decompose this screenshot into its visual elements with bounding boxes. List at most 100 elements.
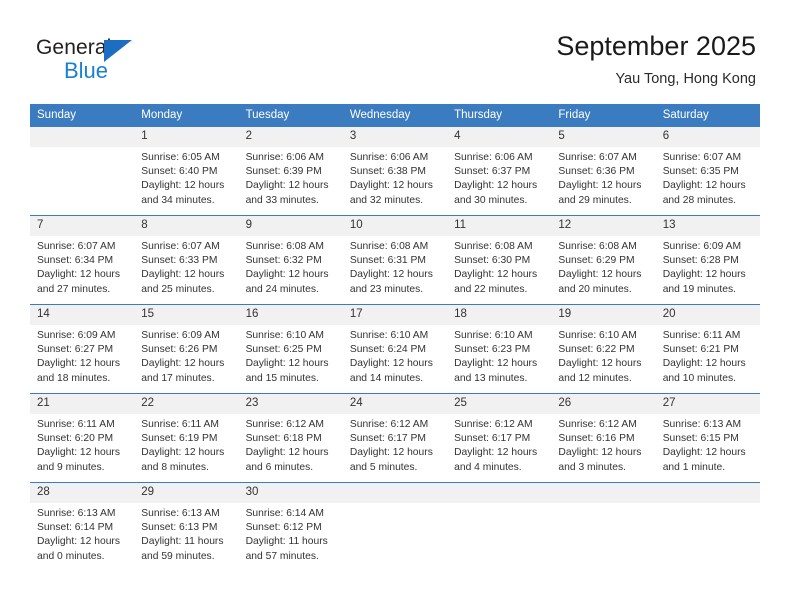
daylight-text: Daylight: 12 hours and 24 minutes. bbox=[245, 269, 329, 295]
day-number bbox=[551, 483, 656, 503]
day-number: 12 bbox=[551, 216, 656, 236]
sunset-text: Sunset: 6:17 PM bbox=[349, 433, 426, 445]
sunrise-text: Sunrise: 6:07 AM bbox=[37, 241, 116, 252]
weekday-header-tuesday: Tuesday bbox=[238, 104, 343, 127]
day-details: Sunrise: 6:12 AM Sunset: 6:16 PM Dayligh… bbox=[551, 414, 655, 475]
day-cell[interactable]: 11 Sunrise: 6:08 AM Sunset: 6:30 PM Dayl… bbox=[447, 215, 552, 305]
weekday-header-monday: Monday bbox=[134, 104, 239, 127]
sunrise-text: Sunrise: 6:13 AM bbox=[662, 419, 742, 430]
day-details: Sunrise: 6:05 AM Sunset: 6:40 PM Dayligh… bbox=[134, 147, 238, 208]
day-details: Sunrise: 6:13 AM Sunset: 6:15 PM Dayligh… bbox=[656, 414, 760, 475]
day-cell bbox=[655, 482, 760, 571]
day-cell[interactable]: 13 Sunrise: 6:09 AM Sunset: 6:28 PM Dayl… bbox=[655, 215, 760, 305]
day-number: 19 bbox=[551, 305, 656, 325]
sunrise-text: Sunrise: 6:06 AM bbox=[245, 152, 324, 163]
day-cell[interactable]: 18 Sunrise: 6:10 AM Sunset: 6:23 PM Dayl… bbox=[447, 304, 552, 394]
day-number: 24 bbox=[342, 394, 448, 414]
logo-text-general: General bbox=[36, 36, 112, 59]
sunset-text: Sunset: 6:36 PM bbox=[558, 166, 635, 178]
day-cell[interactable]: 12 Sunrise: 6:08 AM Sunset: 6:29 PM Dayl… bbox=[551, 215, 656, 305]
weekday-header-wednesday: Wednesday bbox=[342, 104, 448, 127]
day-details: Sunrise: 6:11 AM Sunset: 6:21 PM Dayligh… bbox=[656, 325, 760, 386]
day-cell[interactable]: 19 Sunrise: 6:10 AM Sunset: 6:22 PM Dayl… bbox=[551, 304, 656, 394]
day-cell[interactable]: 6 Sunrise: 6:07 AM Sunset: 6:35 PM Dayli… bbox=[655, 126, 760, 216]
daylight-text: Daylight: 12 hours and 23 minutes. bbox=[349, 269, 433, 295]
calendar-page: General Blue September 2025 Yau Tong, Ho… bbox=[0, 0, 792, 612]
sunrise-text: Sunrise: 6:08 AM bbox=[454, 241, 533, 252]
day-details: Sunrise: 6:09 AM Sunset: 6:26 PM Dayligh… bbox=[134, 325, 238, 386]
sunset-text: Sunset: 6:16 PM bbox=[558, 433, 635, 445]
day-cell[interactable]: 28 Sunrise: 6:13 AM Sunset: 6:14 PM Dayl… bbox=[30, 482, 135, 571]
day-cell[interactable]: 10 Sunrise: 6:08 AM Sunset: 6:31 PM Dayl… bbox=[342, 215, 448, 305]
daylight-text: Daylight: 12 hours and 29 minutes. bbox=[558, 180, 642, 206]
sunset-text: Sunset: 6:37 PM bbox=[454, 166, 531, 178]
day-cell[interactable]: 2 Sunrise: 6:06 AM Sunset: 6:39 PM Dayli… bbox=[238, 126, 343, 216]
daylight-text: Daylight: 12 hours and 6 minutes. bbox=[245, 447, 329, 473]
daylight-text: Daylight: 12 hours and 4 minutes. bbox=[454, 447, 538, 473]
sunrise-text: Sunrise: 6:10 AM bbox=[558, 330, 637, 341]
daylight-text: Daylight: 12 hours and 10 minutes. bbox=[662, 358, 746, 384]
day-cell[interactable]: 21 Sunrise: 6:11 AM Sunset: 6:20 PM Dayl… bbox=[30, 393, 135, 483]
day-cell[interactable]: 3 Sunrise: 6:06 AM Sunset: 6:38 PM Dayli… bbox=[342, 126, 448, 216]
sunrise-text: Sunrise: 6:07 AM bbox=[558, 152, 637, 163]
day-details: Sunrise: 6:07 AM Sunset: 6:34 PM Dayligh… bbox=[30, 236, 134, 297]
sunrise-text: Sunrise: 6:13 AM bbox=[141, 508, 220, 519]
day-details: Sunrise: 6:08 AM Sunset: 6:29 PM Dayligh… bbox=[551, 236, 655, 297]
day-cell[interactable]: 7 Sunrise: 6:07 AM Sunset: 6:34 PM Dayli… bbox=[30, 215, 135, 305]
sunrise-text: Sunrise: 6:11 AM bbox=[37, 419, 115, 430]
day-cell[interactable]: 25 Sunrise: 6:12 AM Sunset: 6:17 PM Dayl… bbox=[447, 393, 552, 483]
daylight-text: Daylight: 12 hours and 18 minutes. bbox=[37, 358, 120, 384]
day-cell[interactable]: 22 Sunrise: 6:11 AM Sunset: 6:19 PM Dayl… bbox=[134, 393, 239, 483]
daylight-text: Daylight: 11 hours and 59 minutes. bbox=[141, 536, 224, 562]
sunrise-text: Sunrise: 6:10 AM bbox=[349, 330, 429, 341]
day-cell[interactable]: 27 Sunrise: 6:13 AM Sunset: 6:15 PM Dayl… bbox=[655, 393, 760, 483]
daylight-text: Daylight: 12 hours and 5 minutes. bbox=[349, 447, 433, 473]
sunset-text: Sunset: 6:13 PM bbox=[141, 522, 218, 534]
day-cell[interactable]: 5 Sunrise: 6:07 AM Sunset: 6:36 PM Dayli… bbox=[551, 126, 656, 216]
day-details: Sunrise: 6:08 AM Sunset: 6:30 PM Dayligh… bbox=[447, 236, 551, 297]
day-number: 2 bbox=[238, 127, 343, 147]
sunrise-text: Sunrise: 6:07 AM bbox=[141, 241, 220, 252]
day-cell[interactable]: 17 Sunrise: 6:10 AM Sunset: 6:24 PM Dayl… bbox=[342, 304, 448, 394]
day-details: Sunrise: 6:12 AM Sunset: 6:18 PM Dayligh… bbox=[239, 414, 343, 475]
day-details: Sunrise: 6:10 AM Sunset: 6:23 PM Dayligh… bbox=[447, 325, 551, 386]
day-number: 22 bbox=[134, 394, 239, 414]
day-cell bbox=[447, 482, 552, 571]
sunrise-text: Sunrise: 6:10 AM bbox=[245, 330, 324, 341]
day-cell[interactable]: 23 Sunrise: 6:12 AM Sunset: 6:18 PM Dayl… bbox=[238, 393, 343, 483]
sunset-text: Sunset: 6:22 PM bbox=[558, 344, 635, 356]
sunset-text: Sunset: 6:27 PM bbox=[37, 344, 114, 356]
day-number bbox=[655, 483, 760, 503]
day-cell bbox=[551, 482, 656, 571]
day-cell[interactable]: 24 Sunrise: 6:12 AM Sunset: 6:17 PM Dayl… bbox=[342, 393, 448, 483]
generalblue-logo[interactable]: General Blue bbox=[36, 36, 166, 84]
day-details: Sunrise: 6:09 AM Sunset: 6:28 PM Dayligh… bbox=[656, 236, 760, 297]
day-cell[interactable]: 8 Sunrise: 6:07 AM Sunset: 6:33 PM Dayli… bbox=[134, 215, 239, 305]
sunset-text: Sunset: 6:38 PM bbox=[349, 166, 426, 178]
day-number: 11 bbox=[447, 216, 552, 236]
day-cell[interactable]: 30 Sunrise: 6:14 AM Sunset: 6:12 PM Dayl… bbox=[238, 482, 343, 571]
day-cell[interactable]: 26 Sunrise: 6:12 AM Sunset: 6:16 PM Dayl… bbox=[551, 393, 656, 483]
sunset-text: Sunset: 6:21 PM bbox=[662, 344, 739, 356]
day-number bbox=[30, 127, 135, 147]
sunrise-text: Sunrise: 6:08 AM bbox=[349, 241, 429, 252]
day-number: 15 bbox=[134, 305, 239, 325]
day-cell[interactable]: 29 Sunrise: 6:13 AM Sunset: 6:13 PM Dayl… bbox=[134, 482, 239, 571]
day-cell[interactable]: 20 Sunrise: 6:11 AM Sunset: 6:21 PM Dayl… bbox=[655, 304, 760, 394]
daylight-text: Daylight: 12 hours and 30 minutes. bbox=[454, 180, 538, 206]
day-cell[interactable]: 14 Sunrise: 6:09 AM Sunset: 6:27 PM Dayl… bbox=[30, 304, 135, 394]
day-details: Sunrise: 6:10 AM Sunset: 6:24 PM Dayligh… bbox=[343, 325, 447, 386]
sunset-text: Sunset: 6:20 PM bbox=[37, 433, 114, 445]
sunrise-text: Sunrise: 6:11 AM bbox=[662, 330, 741, 341]
day-cell[interactable]: 16 Sunrise: 6:10 AM Sunset: 6:25 PM Dayl… bbox=[238, 304, 343, 394]
sunset-text: Sunset: 6:39 PM bbox=[245, 166, 322, 178]
day-number: 26 bbox=[551, 394, 656, 414]
daylight-text: Daylight: 12 hours and 12 minutes. bbox=[558, 358, 642, 384]
weekday-header-sunday: Sunday bbox=[30, 104, 135, 127]
day-cell[interactable]: 9 Sunrise: 6:08 AM Sunset: 6:32 PM Dayli… bbox=[238, 215, 343, 305]
sunset-text: Sunset: 6:31 PM bbox=[349, 255, 426, 267]
day-cell[interactable]: 1 Sunrise: 6:05 AM Sunset: 6:40 PM Dayli… bbox=[134, 126, 239, 216]
day-cell[interactable]: 4 Sunrise: 6:06 AM Sunset: 6:37 PM Dayli… bbox=[447, 126, 552, 216]
daylight-text: Daylight: 12 hours and 14 minutes. bbox=[349, 358, 433, 384]
day-cell[interactable]: 15 Sunrise: 6:09 AM Sunset: 6:26 PM Dayl… bbox=[134, 304, 239, 394]
